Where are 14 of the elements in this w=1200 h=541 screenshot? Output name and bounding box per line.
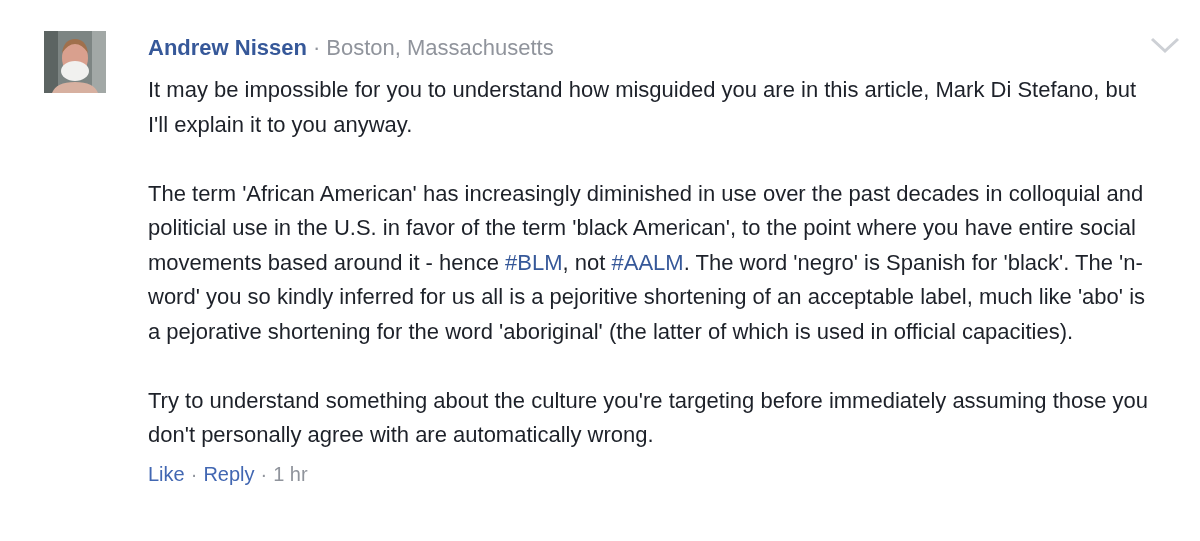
timestamp: 1 hr [273,461,308,487]
separator-dot: · [312,34,321,62]
hashtag-link[interactable]: #BLM [505,249,563,275]
action-link[interactable]: Like [148,458,185,489]
author-name-link[interactable]: Andrew Nissen [148,31,307,65]
location-text: Boston, Massachusetts [326,34,554,62]
comment-paragraph: Try to understand something about the culture you're targeting before immediately assuming those you don't personally agree with are automatically wrong. [148,386,1150,449]
separator-dot: · [260,461,268,487]
action-link[interactable]: Reply [203,458,255,489]
comment-paragraph: It may be impossible for you to understand how misguided you are in this article, Mark Di Stefano, but I'll explain it to you anyway. [148,76,1138,139]
chevron-down-icon[interactable] [1150,37,1180,54]
separator-dot: · [190,461,198,487]
comment-paragraph: The term 'African American' has increasingly diminished in use over the past decades in colloquial and politicial use in the U.S. in favor of the term 'black American', to the point where you have entire social movements based around it - hence #BLM, not #AALM. The word 'negro' is Spanish for 'black'. The 'n-word' you so kindly inferred for us all is a pejoritive shortening of an acceptable label, much like 'abo' is a pejorative shortening for the word 'aboriginal' (the latter of which is used in official capacities). [148,179,1146,346]
hashtag-link[interactable]: #AALM [611,249,684,275]
